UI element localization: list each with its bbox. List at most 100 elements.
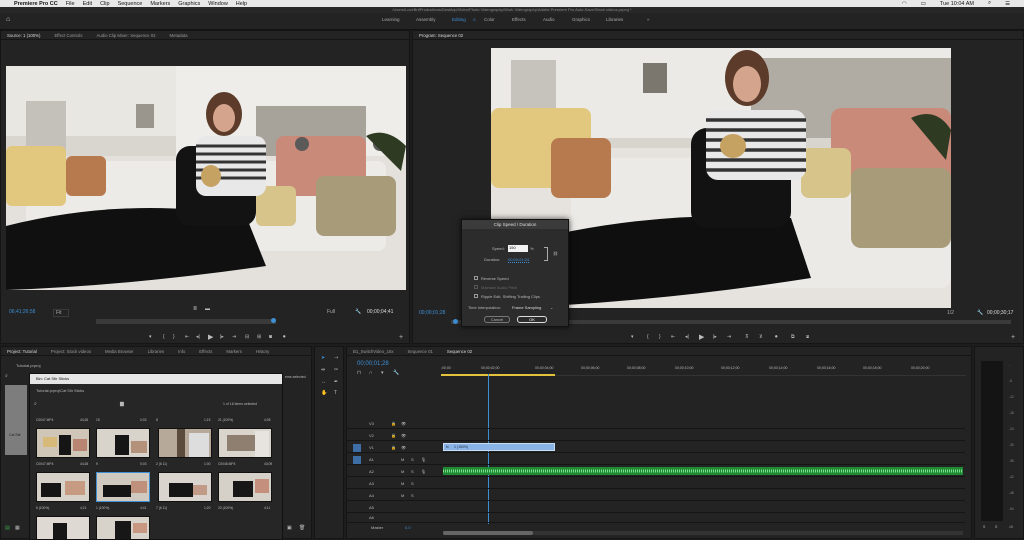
menu-window[interactable]: Window (208, 1, 228, 7)
app-name-menu[interactable]: Premiere Pro CC (14, 1, 58, 7)
tab-sequence-02[interactable]: Sequence 02 (447, 349, 472, 354)
lock-icon[interactable]: 🔒 (391, 433, 396, 438)
solo-icon[interactable]: S (411, 457, 414, 462)
mic-icon[interactable]: 🎙 (421, 469, 426, 474)
track-a5[interactable]: A5 (347, 503, 965, 513)
track-select-tool-icon[interactable]: ⇢ (334, 355, 338, 361)
link-chain-icon[interactable]: ⛓ (553, 251, 558, 256)
mark-out-icon[interactable]: } (173, 334, 175, 340)
tab-sequence-b1[interactable]: B1_SwitchVideo_16x (353, 349, 394, 354)
mute-icon[interactable]: M (401, 457, 404, 462)
tab-project-stock-videos[interactable]: Project: Stock videos (51, 349, 91, 354)
workspace-graphics[interactable]: Graphics (572, 17, 590, 22)
timeline-scroll-thumb[interactable] (443, 531, 533, 535)
selection-tool-icon[interactable]: ➤ (321, 355, 325, 361)
ok-button[interactable]: OK (517, 316, 547, 323)
project-icon-view-icon[interactable]: ▦ (15, 525, 20, 531)
meter-solo-left[interactable]: S (983, 525, 985, 529)
duration-value[interactable]: 00;00;01;24 (508, 257, 529, 262)
tab-effects[interactable]: Effects (199, 349, 212, 354)
workspace-learning[interactable]: Learning (382, 17, 400, 22)
program-step-back-icon[interactable]: ◂| (685, 334, 689, 340)
lock-icon[interactable]: 🔒 (391, 421, 396, 426)
clip-thumbnail[interactable] (158, 428, 212, 458)
mic-icon[interactable]: 🎙 (421, 457, 426, 462)
step-forward-icon[interactable]: |▸ (220, 334, 224, 340)
clip-thumbnail[interactable] (158, 472, 212, 502)
tab-effect-controls[interactable]: Effect Controls (54, 33, 82, 38)
source-menu-icon[interactable]: ≣ (193, 306, 197, 312)
program-mark-in-icon[interactable]: { (647, 334, 649, 340)
compare-view-icon[interactable]: ⧉ (791, 334, 795, 340)
tab-source[interactable]: Source: 1 (100%) (7, 33, 40, 38)
clip-thumbnail[interactable] (36, 516, 90, 540)
tab-project-tutorial[interactable]: Project: Tutorial (7, 349, 37, 354)
new-item-icon[interactable]: ▣ (287, 525, 292, 531)
program-step-forward-icon[interactable]: |▸ (713, 334, 717, 340)
bin-folder-icon[interactable]: ▆ (120, 401, 124, 407)
workspace-assembly[interactable]: Assembly (416, 17, 436, 22)
program-timecode-current[interactable]: 00;00;01;28 (419, 310, 445, 316)
mute-icon[interactable]: M (401, 469, 404, 474)
time-interpolation-dropdown[interactable]: Frame Sampling (512, 305, 541, 310)
track-a4[interactable]: A4 M S (347, 491, 965, 501)
ripple-edit-tool-icon[interactable]: ⇹ (321, 367, 325, 373)
play-icon[interactable]: ▶ (208, 333, 213, 341)
type-tool-icon[interactable]: T (334, 390, 337, 396)
source-video-frame[interactable] (6, 66, 406, 290)
program-camera-icon[interactable]: ⏺ (775, 334, 778, 340)
workspace-color[interactable]: Color (484, 17, 495, 22)
tab-history[interactable]: History (256, 349, 269, 354)
track-v1[interactable]: V1 🔒 👁 fx 1 (150%) (347, 443, 965, 453)
program-playhead[interactable] (453, 319, 458, 324)
timeline-ruler[interactable]: ;00;00 00;00;02;00 00;00;04;00 00;00;06;… (441, 364, 966, 376)
reverse-speed-checkbox[interactable]: Reverse Speed (474, 276, 509, 281)
project-search-icon[interactable]: ⌕ (5, 373, 8, 379)
track-a3[interactable]: A3 M S (347, 479, 965, 489)
tab-program[interactable]: Program: Sequence 02 (419, 33, 463, 38)
insert-icon[interactable]: ⊟ (245, 334, 249, 340)
menu-markers[interactable]: Markers (150, 1, 170, 7)
battery-icon[interactable]: ▭ (921, 1, 926, 7)
source-add-button-icon[interactable]: + (399, 334, 403, 341)
source-zoom-dropdown[interactable]: Fit (53, 309, 69, 317)
program-marker-icon[interactable]: ▾ (631, 334, 634, 340)
workspace-audio[interactable]: Audio (543, 17, 555, 22)
mute-icon[interactable]: M (401, 493, 404, 498)
track-v3[interactable]: V3 🔒 👁 (347, 419, 965, 429)
program-mark-out-icon[interactable]: } (659, 334, 661, 340)
meter-solo-right[interactable]: S (995, 525, 997, 529)
spotlight-icon[interactable]: ⌕ (988, 0, 991, 7)
menu-file[interactable]: File (66, 1, 75, 7)
tab-audio-clip-mixer[interactable]: Audio Clip Mixer: Sequence 02 (97, 33, 156, 38)
menu-sequence[interactable]: Sequence (118, 1, 143, 7)
clock[interactable]: Tue 10:04 AM (940, 1, 974, 7)
step-back-icon[interactable]: ◂| (196, 334, 200, 340)
side-bin-thumb[interactable] (5, 385, 27, 455)
solo-icon[interactable]: S (411, 481, 414, 486)
solo-icon[interactable]: S (411, 469, 414, 474)
slip-tool-icon[interactable]: ↔ (321, 379, 326, 385)
source-timecode-current[interactable]: 06;41;26;58 (9, 309, 35, 315)
trash-icon[interactable]: 🗑 (299, 525, 305, 531)
overwrite-icon[interactable]: ⊞ (257, 334, 261, 340)
program-add-button-icon[interactable]: + (1011, 334, 1015, 341)
solo-icon[interactable]: S (411, 493, 414, 498)
speed-input[interactable]: 150 (508, 245, 528, 252)
mark-in-icon[interactable]: { (163, 334, 165, 340)
program-play-icon[interactable]: ▶ (699, 333, 704, 341)
workspace-libraries[interactable]: Libraries (606, 17, 623, 22)
menu-graphics[interactable]: Graphics (178, 1, 200, 7)
bin-search-icon[interactable]: ⌕ (34, 401, 37, 407)
go-to-in-icon[interactable]: ⇤ (185, 334, 189, 340)
tab-sequence-01[interactable]: Sequence 01 (408, 349, 433, 354)
hand-tool-icon[interactable]: ✋ (321, 390, 327, 396)
cancel-button[interactable]: Cancel (484, 316, 510, 323)
tab-media-browser[interactable]: Media Browser (105, 349, 134, 354)
extract-icon[interactable]: ⊻ (759, 334, 763, 340)
camera-icon[interactable]: ⏺ (283, 334, 286, 340)
timeline-timecode[interactable]: 00;00;01;28 (357, 361, 389, 367)
menu-clip[interactable]: Clip (100, 1, 109, 7)
workspace-effects[interactable]: Effects (512, 17, 526, 22)
source-patch-a1[interactable] (353, 456, 361, 464)
